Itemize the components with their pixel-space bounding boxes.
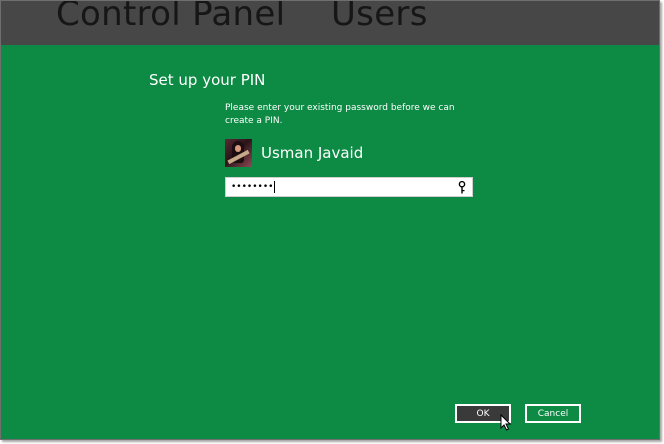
user-account-row: Usman Javaid (225, 139, 363, 167)
eye-reveal-icon[interactable] (458, 181, 466, 194)
breadcrumb-users[interactable]: Users (331, 1, 428, 34)
password-input[interactable]: •••••••• (225, 177, 473, 197)
instruction-text: Please enter your existing password befo… (225, 103, 455, 126)
user-name: Usman Javaid (261, 144, 364, 162)
breadcrumb-control-panel[interactable]: Control Panel (56, 1, 285, 34)
page-title: Set up your PIN (149, 71, 266, 89)
avatar (225, 139, 252, 167)
header-bar: Control Panel Users (1, 1, 659, 45)
cancel-button[interactable]: Cancel (525, 404, 581, 423)
password-value: •••••••• (231, 182, 274, 192)
text-caret (274, 181, 276, 193)
app-window: Control Panel Users Set up your PIN Plea… (0, 0, 660, 440)
mouse-cursor-icon (500, 414, 512, 431)
